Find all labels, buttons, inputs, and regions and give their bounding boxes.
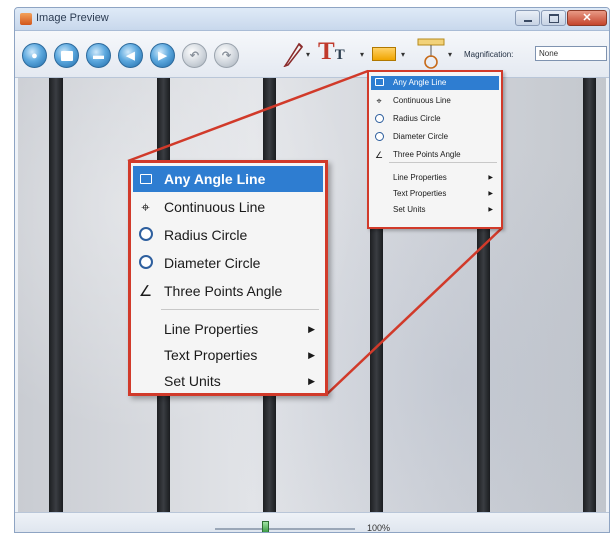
menu-item-continuous-line[interactable]: ⌖ Continuous Line [133,194,323,220]
zoom-level: 100% [367,523,391,533]
scale-line [49,78,63,512]
calibration-icon[interactable] [417,37,445,71]
diameter-circle-icon [374,132,384,142]
magnification-label: Magnification: [464,50,514,59]
text-tool-icon[interactable]: TT [318,39,345,64]
menu-item-label: Any Angle Line [393,78,447,87]
menu-item-label: Continuous Line [393,96,451,105]
measure-tool-icon[interactable] [372,47,396,61]
chevron-right-icon: ▶ [488,175,493,181]
chevron-right-icon: ▶ [488,191,493,197]
measure-menu-large: Any Angle Line ⌖ Continuous Line Radius … [128,160,328,396]
menu-item-set-units[interactable]: Set Units ▶ [371,203,499,217]
document-icon [60,50,73,61]
menu-item-radius-circle[interactable]: Radius Circle [133,222,323,248]
radius-circle-icon [137,227,154,244]
menu-item-label: Line Properties [164,321,259,337]
diameter-circle-icon [137,255,154,272]
radius-circle-icon [374,114,384,124]
redo-icon: ↷ [221,50,232,62]
chevron-right-icon: ▶ [308,324,315,334]
menu-item-label: Set Units [164,373,221,389]
toolbar: ● ▬ ◀ ▶ ↶ ↷ ▾ TT ▾ ▾ ▾ Magnification: No… [15,31,609,78]
window-title: Image Preview [36,12,109,24]
status-bar: 100% [15,512,609,533]
menu-item-any-angle-line[interactable]: Any Angle Line [133,166,323,192]
close-icon: ✕ [582,11,592,24]
menu-item-label: Continuous Line [164,199,266,215]
undo-icon: ↶ [189,50,200,62]
menu-item-set-units[interactable]: Set Units ▶ [133,368,323,394]
new-document-button[interactable] [54,43,79,68]
menu-item-label: Set Units [393,205,426,214]
menu-item-continuous-line[interactable]: ⌖ Continuous Line [371,94,499,108]
chevron-right-icon: ▶ [488,207,493,213]
menu-item-diameter-circle[interactable]: Diameter Circle [371,130,499,144]
calibration-dropdown-icon[interactable]: ▾ [448,50,452,59]
menu-item-three-points-angle[interactable]: ∠ Three Points Angle [133,278,323,304]
menu-item-text-properties[interactable]: Text Properties ▶ [133,342,323,368]
line-icon [137,171,154,188]
menu-item-diameter-circle[interactable]: Diameter Circle [133,250,323,276]
menu-item-radius-circle[interactable]: Radius Circle [371,112,499,126]
line-icon [374,78,384,88]
chevron-right-icon: ▶ [308,350,315,360]
minimize-button[interactable] [515,10,540,26]
maximize-icon [548,13,559,23]
window-controls: ✕ [514,10,607,27]
app-icon [20,13,32,25]
close-button[interactable]: ✕ [567,10,607,26]
redo-button[interactable]: ↷ [214,43,239,68]
continuous-line-icon: ⌖ [376,96,382,106]
measure-dropdown-icon[interactable]: ▾ [401,50,405,59]
save-icon: ▬ [93,49,104,62]
magnification-select[interactable]: None [535,46,607,61]
save-button[interactable]: ▬ [86,43,111,68]
angle-icon: ∠ [138,283,153,300]
forward-button[interactable]: ▶ [150,43,175,68]
menu-item-label: Three Points Angle [393,150,461,159]
back-button[interactable]: ◀ [118,43,143,68]
menu-item-label: Line Properties [393,173,447,182]
menu-item-label: Diameter Circle [393,132,449,141]
angle-icon: ∠ [374,150,384,160]
pencil-icon[interactable] [283,41,305,67]
title-bar: Image Preview ✕ [15,8,609,31]
zoom-slider-track[interactable] [215,528,355,530]
zoom-slider-thumb[interactable] [262,521,269,532]
scale-line [583,78,596,512]
undo-button[interactable]: ↶ [182,43,207,68]
menu-item-label: Diameter Circle [164,255,261,271]
continuous-line-icon: ⌖ [141,199,150,216]
menu-separator [389,162,497,163]
menu-item-label: Text Properties [164,347,258,363]
capture-button[interactable]: ● [22,43,47,68]
menu-item-label: Any Angle Line [164,171,266,187]
chevron-right-icon: ▶ [308,376,315,386]
arrow-right-icon: ▶ [158,50,167,62]
pencil-dropdown-icon[interactable]: ▾ [306,50,310,59]
text-dropdown-icon[interactable]: ▾ [360,50,364,59]
menu-item-label: Three Points Angle [164,283,283,299]
menu-item-line-properties[interactable]: Line Properties ▶ [133,316,323,342]
minimize-icon [523,19,532,22]
camera-icon: ● [31,49,38,62]
menu-item-label: Radius Circle [393,114,441,123]
arrow-left-icon: ◀ [126,50,135,62]
menu-separator [161,309,319,310]
menu-item-text-properties[interactable]: Text Properties ▶ [371,187,499,201]
maximize-button[interactable] [541,10,566,26]
menu-item-line-properties[interactable]: Line Properties ▶ [371,171,499,185]
menu-item-three-points-angle[interactable]: ∠ Three Points Angle [371,148,499,162]
menu-item-label: Text Properties [393,189,447,198]
measure-menu-small: Any Angle Line ⌖ Continuous Line Radius … [367,70,503,229]
menu-item-label: Radius Circle [164,227,248,243]
menu-item-any-angle-line[interactable]: Any Angle Line [371,76,499,90]
